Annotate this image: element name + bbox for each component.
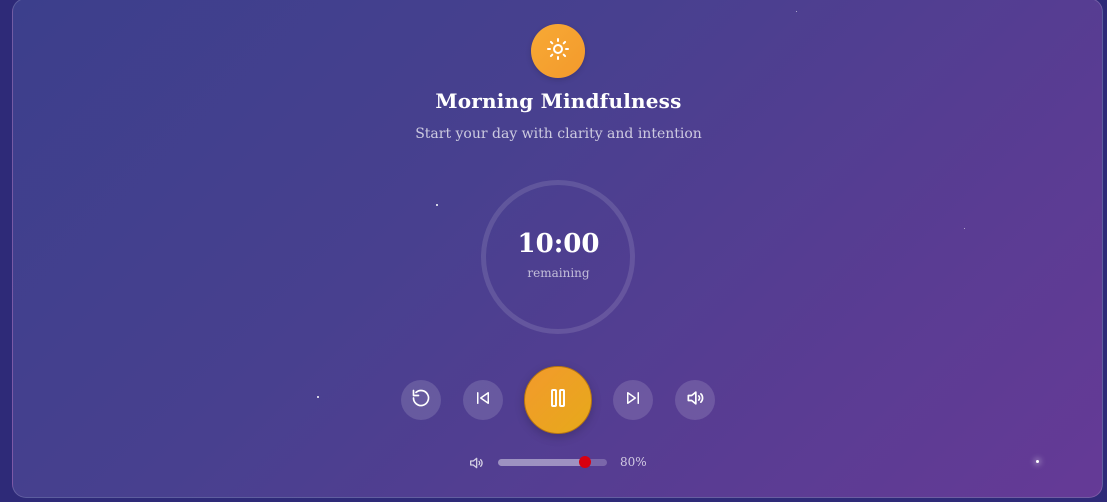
player-card: Morning Mindfulness Start your day with … bbox=[12, 0, 1103, 498]
star-decoration bbox=[1036, 460, 1039, 463]
session-title: Morning Mindfulness bbox=[435, 89, 682, 113]
session-icon-badge bbox=[531, 24, 585, 78]
pause-icon bbox=[546, 386, 570, 414]
sun-icon bbox=[546, 37, 570, 65]
restart-button[interactable] bbox=[401, 380, 441, 420]
restart-icon bbox=[411, 388, 431, 412]
pause-button[interactable] bbox=[524, 366, 592, 434]
previous-button[interactable] bbox=[463, 380, 503, 420]
timer-value: 10:00 bbox=[517, 229, 600, 259]
skip-back-icon bbox=[474, 389, 492, 411]
volume-toggle-button[interactable] bbox=[675, 380, 715, 420]
next-button[interactable] bbox=[613, 380, 653, 420]
session-subtitle: Start your day with clarity and intentio… bbox=[415, 126, 702, 142]
volume-icon bbox=[685, 388, 705, 412]
volume-slider-fill bbox=[498, 459, 586, 466]
volume-value: 80% bbox=[620, 455, 647, 469]
skip-forward-icon bbox=[624, 389, 642, 411]
volume-slider-thumb[interactable] bbox=[579, 456, 592, 468]
star-decoration bbox=[796, 11, 797, 12]
volume-small-icon bbox=[468, 455, 484, 471]
volume-slider[interactable] bbox=[498, 456, 607, 468]
timer-label: remaining bbox=[527, 266, 590, 280]
star-decoration bbox=[317, 396, 319, 398]
star-decoration bbox=[436, 204, 438, 206]
